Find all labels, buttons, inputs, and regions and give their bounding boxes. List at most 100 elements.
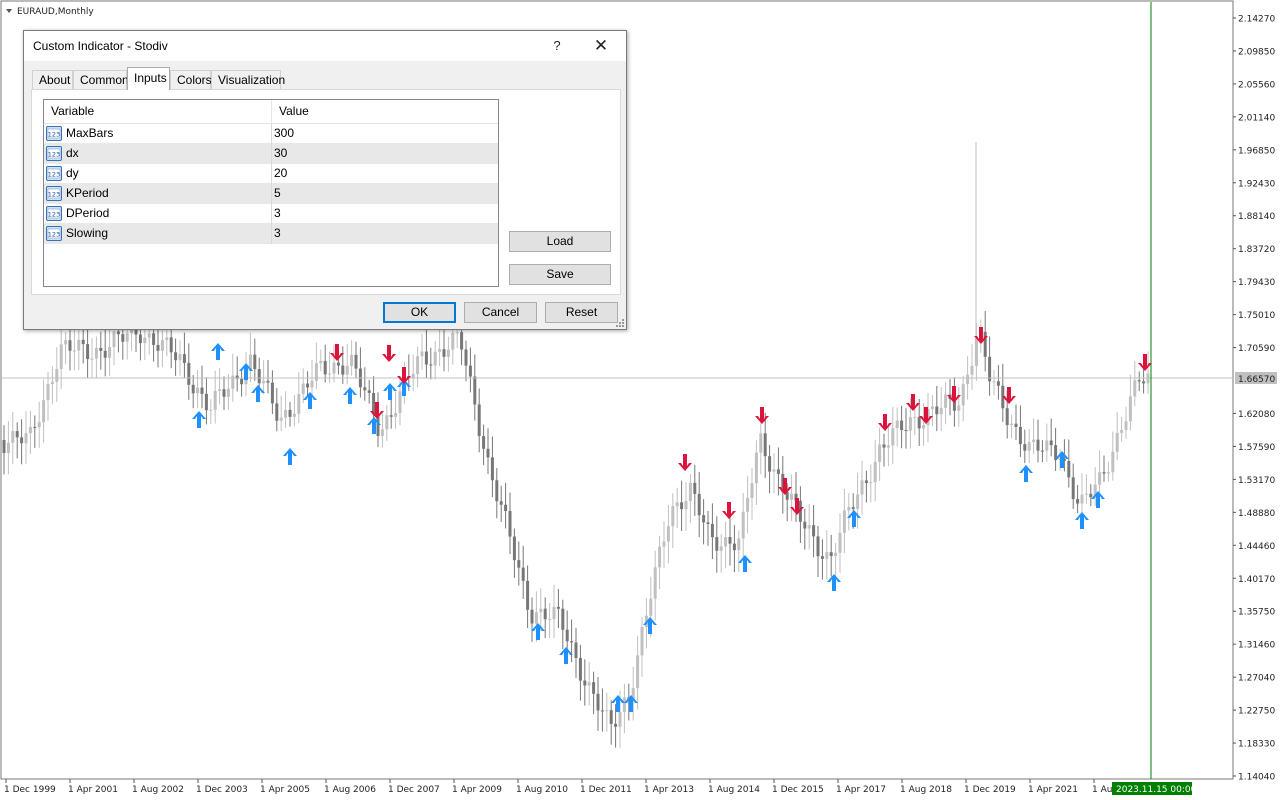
- tab-about[interactable]: About: [32, 70, 73, 89]
- candle-body: [543, 608, 547, 620]
- candle-body: [499, 501, 503, 505]
- variable-value[interactable]: 20: [271, 164, 498, 184]
- variable-name: Slowing: [66, 226, 109, 240]
- candle-body: [548, 619, 552, 621]
- symbol-label: EURAUD,Monthly: [17, 7, 94, 17]
- variable-value[interactable]: 30: [271, 144, 498, 164]
- grid-row-kperiod[interactable]: 123 KPeriod 5: [44, 184, 498, 204]
- candle-body: [420, 351, 424, 357]
- tab-common[interactable]: Common: [73, 70, 129, 89]
- candle-body: [288, 409, 292, 417]
- resize-grip-icon[interactable]: [616, 319, 624, 327]
- candle-body: [895, 420, 899, 429]
- tab-visualization[interactable]: Visualization: [211, 70, 285, 89]
- candle-body: [1089, 493, 1093, 498]
- grid-row-dy[interactable]: 123 dy 20: [44, 164, 498, 184]
- integer-123-icon: 123: [46, 146, 62, 161]
- candle-body: [1076, 499, 1080, 504]
- candle-body: [394, 412, 398, 417]
- price-tick-label: 1.22750: [1238, 707, 1275, 717]
- candle-body: [68, 340, 72, 351]
- variable-value[interactable]: 3: [271, 224, 498, 244]
- variable-value[interactable]: 5: [271, 184, 498, 204]
- price-tick-label: 1.88140: [1238, 212, 1275, 222]
- custom-indicator-dialog: Custom Indicator - Stodiv ? ✕ About Comm…: [23, 30, 627, 330]
- candle-body: [776, 469, 780, 474]
- candle-body: [125, 333, 129, 342]
- candle-body: [108, 346, 112, 358]
- tab-colors[interactable]: Colors: [170, 70, 212, 89]
- cancel-button[interactable]: Cancel: [464, 302, 537, 323]
- candle-body: [72, 350, 76, 352]
- candle-body: [297, 393, 301, 414]
- integer-123-icon: 123: [46, 166, 62, 181]
- candle-body: [6, 442, 10, 454]
- candle-body: [486, 448, 490, 458]
- candle-body: [649, 598, 653, 616]
- symbol-header: EURAUD,Monthly: [6, 7, 94, 17]
- candle-body: [319, 360, 323, 364]
- price-tick-label: 1.35750: [1238, 608, 1275, 618]
- candle-body: [508, 511, 512, 537]
- candle-body: [398, 391, 402, 413]
- candle-body: [970, 365, 974, 375]
- candle-body: [495, 480, 499, 502]
- candle-body: [820, 556, 824, 559]
- candle-body: [636, 655, 640, 689]
- grid-row-dperiod[interactable]: 123 DPeriod 3: [44, 204, 498, 224]
- close-button[interactable]: ✕: [586, 35, 616, 57]
- svg-text:123: 123: [48, 171, 60, 179]
- candle-body: [790, 493, 794, 500]
- save-button[interactable]: Save: [509, 264, 611, 285]
- price-tick-label: 1.92430: [1238, 179, 1275, 189]
- svg-text:123: 123: [48, 231, 60, 239]
- candle-body: [873, 461, 877, 483]
- candle-body: [279, 417, 283, 421]
- date-tick-label: 1 Aug 2010: [516, 785, 568, 795]
- grid-row-slowing[interactable]: 123 Slowing 3: [44, 224, 498, 244]
- grid-row-maxbars[interactable]: 123 MaxBars 300: [44, 124, 498, 144]
- candle-body: [878, 444, 882, 462]
- candle-body: [182, 354, 186, 363]
- grid-header: Variable Value: [44, 100, 498, 124]
- candle-body: [156, 344, 160, 351]
- variable-value[interactable]: 3: [271, 204, 498, 224]
- candle-body: [1128, 396, 1132, 422]
- candle-body: [367, 390, 371, 393]
- candle-body: [891, 428, 895, 446]
- ok-button[interactable]: OK: [383, 302, 456, 323]
- candle-body: [112, 331, 116, 347]
- candle-body: [468, 365, 472, 377]
- candle-body: [103, 350, 107, 358]
- candle-body: [209, 409, 213, 411]
- grid-row-dx[interactable]: 123 dx 30: [44, 144, 498, 164]
- variable-value[interactable]: 300: [271, 124, 498, 144]
- candle-body: [191, 384, 195, 394]
- candle-body: [772, 469, 776, 472]
- candle-body: [526, 580, 530, 610]
- candle-body: [935, 406, 939, 415]
- candle-body: [389, 415, 393, 417]
- header-variable[interactable]: Variable: [44, 100, 271, 123]
- help-button[interactable]: ?: [542, 35, 572, 57]
- header-value[interactable]: Value: [271, 100, 498, 123]
- candle-body: [200, 387, 204, 394]
- date-tick-label: 1 Apr 2021: [1028, 785, 1078, 795]
- dialog-titlebar[interactable]: Custom Indicator - Stodiv ? ✕: [24, 31, 626, 61]
- reset-button[interactable]: Reset: [545, 302, 618, 323]
- candle-body: [490, 457, 494, 481]
- load-button[interactable]: Load: [509, 231, 611, 252]
- candle-body: [1115, 432, 1119, 452]
- tab-inputs[interactable]: Inputs: [127, 67, 170, 90]
- price-tick-label: 2.14270: [1238, 15, 1275, 25]
- candle-body: [341, 365, 345, 375]
- date-tick-label: 1 Apr 2009: [452, 785, 502, 795]
- candle-body: [658, 546, 662, 568]
- dialog-title: Custom Indicator - Stodiv: [33, 39, 168, 53]
- candle-body: [825, 552, 829, 559]
- candle-body: [24, 433, 28, 444]
- candle-body: [33, 426, 37, 428]
- candle-body: [187, 362, 191, 385]
- candle-body: [957, 405, 961, 411]
- candle-body: [715, 537, 719, 551]
